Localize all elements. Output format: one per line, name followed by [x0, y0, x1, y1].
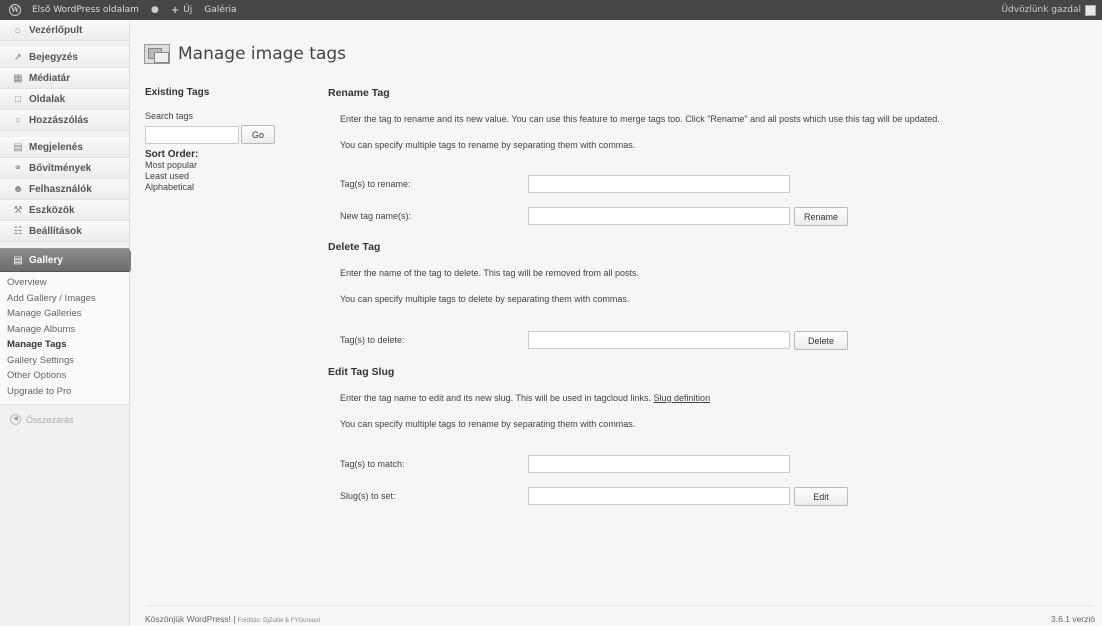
- submenu-upgrade-pro[interactable]: Upgrade to Pro: [0, 384, 129, 400]
- search-tags-label: Search tags: [145, 111, 194, 121]
- menu-item-pages[interactable]: □ Oldalak: [0, 89, 129, 110]
- footer: Köszönjük WordPress! | Fordítás: DjZuNe …: [145, 605, 1095, 624]
- dashboard-icon: ⌂: [14, 25, 22, 36]
- menu-label: Megjelenés: [29, 142, 83, 153]
- submenu-gallery-settings[interactable]: Gallery Settings: [0, 353, 129, 369]
- footer-credits: Fordítás: DjZuNe & FYGureout: [237, 618, 321, 624]
- media-icon: ▦: [13, 73, 23, 84]
- menu-label: Felhasználók: [29, 184, 92, 195]
- page-header: Manage image tags: [144, 44, 346, 64]
- menu-label: Bővítmények: [29, 163, 92, 174]
- sort-alphabetical[interactable]: Alphabetical: [145, 182, 285, 193]
- submenu-manage-galleries[interactable]: Manage Galleries: [0, 306, 129, 322]
- tags-to-rename-input[interactable]: [528, 175, 790, 193]
- plugins-icon: ⚭: [13, 163, 23, 174]
- tags-to-rename-label: Tag(s) to rename:: [340, 179, 411, 189]
- tags-to-delete-input[interactable]: [528, 331, 790, 349]
- sort-order-heading: Sort Order:: [145, 149, 199, 160]
- rename-multiple-note: You can specify multiple tags to rename …: [340, 140, 636, 150]
- menu-item-tools[interactable]: ⚒ Eszközök: [0, 200, 129, 221]
- menu-item-users[interactable]: ☻ Felhasználók: [0, 179, 129, 200]
- tags-to-delete-label: Tag(s) to delete:: [340, 335, 405, 345]
- slugs-to-set-label: Slug(s) to set:: [340, 491, 396, 501]
- page-title: Manage image tags: [178, 44, 347, 64]
- menu-label: Médiatár: [29, 73, 71, 84]
- greeting-text: Üdvözlünk gazdal: [1001, 5, 1081, 15]
- menu-item-appearance[interactable]: ▤ Megjelenés: [0, 137, 129, 158]
- slugs-to-set-input[interactable]: [528, 487, 790, 505]
- menu-label: Eszközök: [29, 205, 75, 216]
- rename-tag-heading: Rename Tag: [328, 87, 390, 99]
- slug-description: Enter the tag name to edit and its new s…: [340, 393, 710, 403]
- users-icon: ☻: [12, 184, 24, 195]
- main-content: Manage image tags Existing Tags Search t…: [131, 20, 1102, 626]
- submenu-other-options[interactable]: Other Options: [0, 368, 129, 384]
- menu-item-plugins[interactable]: ⚭ Bővítmények: [0, 158, 129, 179]
- existing-tags-heading: Existing Tags: [145, 87, 210, 98]
- account-menu[interactable]: Üdvözlünk gazdal: [1001, 0, 1102, 20]
- submenu-add-gallery[interactable]: Add Gallery / Images: [0, 291, 129, 307]
- image-tags-icon: [144, 44, 170, 64]
- submenu-manage-tags[interactable]: Manage Tags: [0, 337, 129, 353]
- menu-label: Vezérlőpult: [29, 25, 83, 36]
- edit-tag-slug-heading: Edit Tag Slug: [328, 366, 395, 378]
- tags-to-match-label: Tag(s) to match:: [340, 459, 405, 469]
- collapse-menu-button[interactable]: ◀ Összezárás: [0, 414, 129, 425]
- menu-item-gallery[interactable]: ▤ Gallery: [0, 248, 137, 273]
- rename-button[interactable]: Rename: [794, 207, 848, 226]
- slug-description-text: Enter the tag name to edit and its new s…: [340, 393, 652, 403]
- pages-icon: □: [14, 94, 22, 105]
- menu-label: Gallery: [29, 254, 63, 266]
- slug-multiple-note: You can specify multiple tags to rename …: [340, 419, 636, 429]
- tags-to-match-input[interactable]: [528, 455, 790, 473]
- delete-multiple-note: You can specify multiple tags to delete …: [340, 294, 630, 304]
- new-tag-names-label: New tag name(s):: [340, 211, 412, 221]
- comments-link[interactable]: ●: [145, 0, 165, 20]
- gallery-icon: ▤: [13, 254, 23, 266]
- delete-tag-heading: Delete Tag: [328, 241, 381, 253]
- new-content-link[interactable]: + Új: [165, 0, 198, 20]
- menu-label: Oldalak: [29, 94, 66, 105]
- gallery-submenu: Overview Add Gallery / Images Manage Gal…: [0, 272, 129, 405]
- rename-description: Enter the tag to rename and its new valu…: [340, 114, 940, 124]
- appearance-icon: ▤: [13, 142, 23, 153]
- delete-description: Enter the name of the tag to delete. Thi…: [340, 268, 639, 278]
- submenu-manage-albums[interactable]: Manage Albums: [0, 322, 129, 338]
- new-label: Új: [183, 5, 193, 15]
- menu-item-dashboard[interactable]: ⌂ Vezérlőpult: [0, 20, 129, 41]
- comments-icon: ○: [14, 115, 22, 126]
- submenu-overview[interactable]: Overview: [0, 275, 129, 291]
- menu-item-media[interactable]: ▦ Médiatár: [0, 68, 129, 89]
- collapse-label: Összezárás: [26, 414, 74, 425]
- menu-label: Beállítások: [29, 226, 82, 237]
- admin-bar: W Első WordPress oldalam ● + Új Galéria Ü…: [0, 0, 1102, 20]
- settings-icon: ☷: [13, 226, 23, 237]
- menu-item-settings[interactable]: ☷ Beállítások: [0, 221, 129, 242]
- edit-button[interactable]: Edit: [794, 487, 848, 506]
- pin-icon: ➚: [13, 52, 23, 63]
- footer-thanks[interactable]: Köszönjük WordPress!: [145, 614, 231, 624]
- comment-bubble-icon: ●: [150, 5, 159, 15]
- version-text: 3.6.1 verzió: [1051, 614, 1095, 624]
- menu-label: Hozzászólás: [29, 115, 89, 126]
- delete-button[interactable]: Delete: [794, 331, 848, 350]
- plus-icon: +: [170, 4, 180, 16]
- go-button[interactable]: Go: [241, 125, 275, 144]
- search-tags-input[interactable]: [145, 125, 239, 144]
- sort-most-popular[interactable]: Most popular: [145, 160, 285, 171]
- new-tag-names-input[interactable]: [528, 207, 790, 225]
- site-name-link[interactable]: Első WordPress oldalam: [26, 0, 145, 20]
- menu-label: Bejegyzés: [29, 52, 78, 63]
- existing-tags-panel: Existing Tags Search tags Go Sort Order:…: [145, 87, 285, 193]
- collapse-arrow-icon: ◀: [10, 414, 21, 425]
- avatar: [1085, 4, 1096, 16]
- slug-definition-link[interactable]: Slug definition: [654, 393, 711, 403]
- menu-item-comments[interactable]: ○ Hozzászólás: [0, 110, 129, 131]
- wordpress-logo-icon[interactable]: W: [4, 0, 26, 20]
- admin-sidebar: ⌂ Vezérlőpult ➚ Bejegyzés ▦ Médiatár □ Oldal…: [0, 20, 137, 626]
- sort-least-used[interactable]: Least used: [145, 171, 285, 182]
- gallery-link[interactable]: Galéria: [198, 0, 242, 20]
- menu-item-posts[interactable]: ➚ Bejegyzés: [0, 47, 129, 68]
- tools-icon: ⚒: [13, 205, 23, 216]
